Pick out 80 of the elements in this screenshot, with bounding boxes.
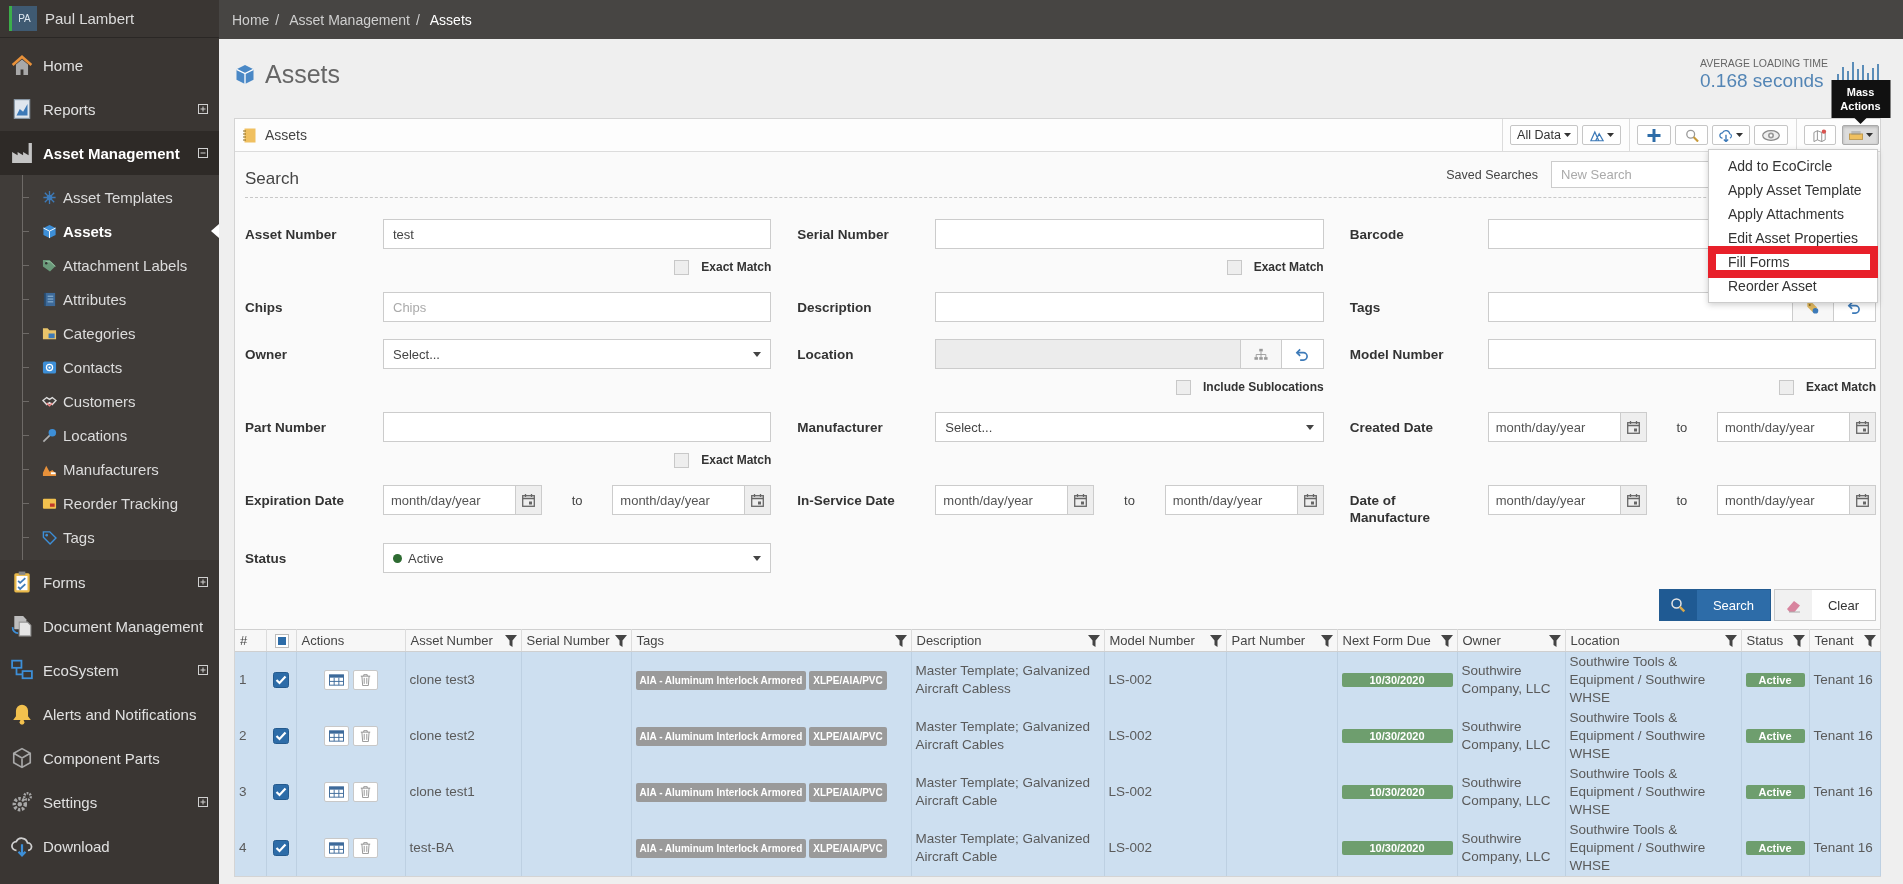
user-avatar: PA — [9, 6, 37, 31]
table-cell: LS-002 — [1104, 820, 1226, 876]
field-label: Status — [245, 550, 288, 567]
table-cell: Master Template; Galvanized Aircraft Cable — [911, 764, 1104, 820]
user-name: Paul Lambert — [45, 10, 135, 27]
tag-badge: AIA - Aluminum Interlock Armored — [635, 782, 807, 802]
checkbox-label: Include Sublocations — [1202, 380, 1324, 394]
tag-badge: XLPE/AIA/PVC — [809, 838, 887, 858]
field-label: Expiration Date — [245, 492, 346, 509]
table-cell: Southwire Company, LLC — [1457, 708, 1565, 764]
field-label: Chips — [245, 299, 284, 316]
tag-badge: XLPE/AIA/PVC — [809, 726, 887, 746]
table-cell: LS-002 — [1104, 651, 1226, 708]
range-separator: to — [1124, 492, 1135, 508]
tooltip: Mass Actions — [1831, 80, 1890, 124]
table-cell: Southwire Tools & Equipment / Southwire WHSE — [1565, 764, 1741, 820]
breadcrumb-separator: / — [275, 11, 280, 28]
table-cell: Southwire Company, LLC — [1457, 764, 1565, 820]
row-number: 3 — [235, 764, 266, 820]
status-badge: Active — [1745, 729, 1805, 743]
field-label: Owner — [245, 346, 288, 363]
tag-badge: XLPE/AIA/PVC — [809, 782, 887, 802]
table-cell: Tenant 16 — [1809, 651, 1880, 708]
range-separator: to — [571, 492, 583, 508]
table-cell: Tenant 16 — [1809, 820, 1880, 876]
table-cell: LS-002 — [1104, 708, 1226, 764]
row-number: 1 — [235, 651, 266, 708]
tag-badge: XLPE/AIA/PVC — [809, 670, 887, 690]
table-cell: clone test1 — [405, 764, 521, 820]
range-separator: to — [1676, 419, 1688, 435]
field-label: In-Service Date — [797, 492, 896, 509]
table-cell: Southwire Tools & Equipment / Southwire WHSE — [1565, 651, 1741, 708]
field-label: Date of Manufacture — [1349, 492, 1431, 526]
panel-title: Assets — [265, 127, 307, 143]
table-cell: Southwire Company, LLC — [1457, 651, 1565, 708]
table-cell: clone test2 — [405, 708, 521, 764]
field-label: Created Date — [1349, 419, 1434, 436]
row-number: 4 — [235, 820, 266, 876]
table-cell: Southwire Tools & Equipment / Southwire WHSE — [1565, 708, 1741, 764]
breadcrumb-separator: / — [415, 11, 420, 28]
tag-badge: AIA - Aluminum Interlock Armored — [635, 726, 807, 746]
table-cell: Southwire Company, LLC — [1457, 820, 1565, 876]
page-title: Assets — [265, 59, 341, 89]
range-separator: to — [1676, 492, 1688, 508]
field-label: Part Number — [245, 419, 328, 436]
loading-time-value: 0.168 seconds — [1700, 69, 1825, 92]
field-label: Manufacturer — [797, 419, 884, 436]
field-label: Barcode — [1349, 226, 1405, 243]
date-badge: 10/30/2020 — [1341, 729, 1453, 743]
loading-time-label: AVERAGE LOADING TIME — [1700, 56, 1828, 70]
table-cell: Master Template; Galvanized Aircraft Cabless — [911, 651, 1104, 708]
field-label: Model Number — [1349, 346, 1445, 363]
tag-badge: AIA - Aluminum Interlock Armored — [635, 838, 807, 858]
tag-badge: AIA - Aluminum Interlock Armored — [635, 670, 807, 690]
checkbox-label: Exact Match — [701, 260, 772, 274]
date-badge: 10/30/2020 — [1341, 673, 1453, 687]
date-badge: 10/30/2020 — [1341, 785, 1453, 799]
table-cell: clone test3 — [405, 651, 521, 708]
section-title: Search — [245, 169, 299, 189]
field-label: Location — [797, 346, 855, 363]
status-badge: Active — [1745, 841, 1805, 855]
table-cell: test-BA — [405, 820, 521, 876]
table-cell: Master Template; Galvanized Aircraft Cables — [911, 708, 1104, 764]
table-cell: LS-002 — [1104, 764, 1226, 820]
table-cell: Tenant 16 — [1809, 764, 1880, 820]
status-badge: Active — [1745, 785, 1805, 799]
table-cell: Tenant 16 — [1809, 708, 1880, 764]
status-badge: Active — [1745, 673, 1805, 687]
row-number: 2 — [235, 708, 266, 764]
field-label: Asset Number — [245, 226, 338, 243]
field-label: Serial Number — [797, 226, 890, 243]
date-badge: 10/30/2020 — [1341, 841, 1453, 855]
saved-searches-label: Saved Searches — [1446, 167, 1538, 182]
checkbox-label: Exact Match — [1253, 260, 1324, 274]
checkbox-label: Exact Match — [701, 453, 772, 467]
table-cell: Southwire Tools & Equipment / Southwire WHSE — [1565, 820, 1741, 876]
field-label: Description — [797, 299, 873, 316]
field-label: Tags — [1349, 299, 1382, 316]
checkbox-label: Exact Match — [1805, 380, 1876, 394]
table-cell: Master Template; Galvanized Aircraft Cable — [911, 820, 1104, 876]
